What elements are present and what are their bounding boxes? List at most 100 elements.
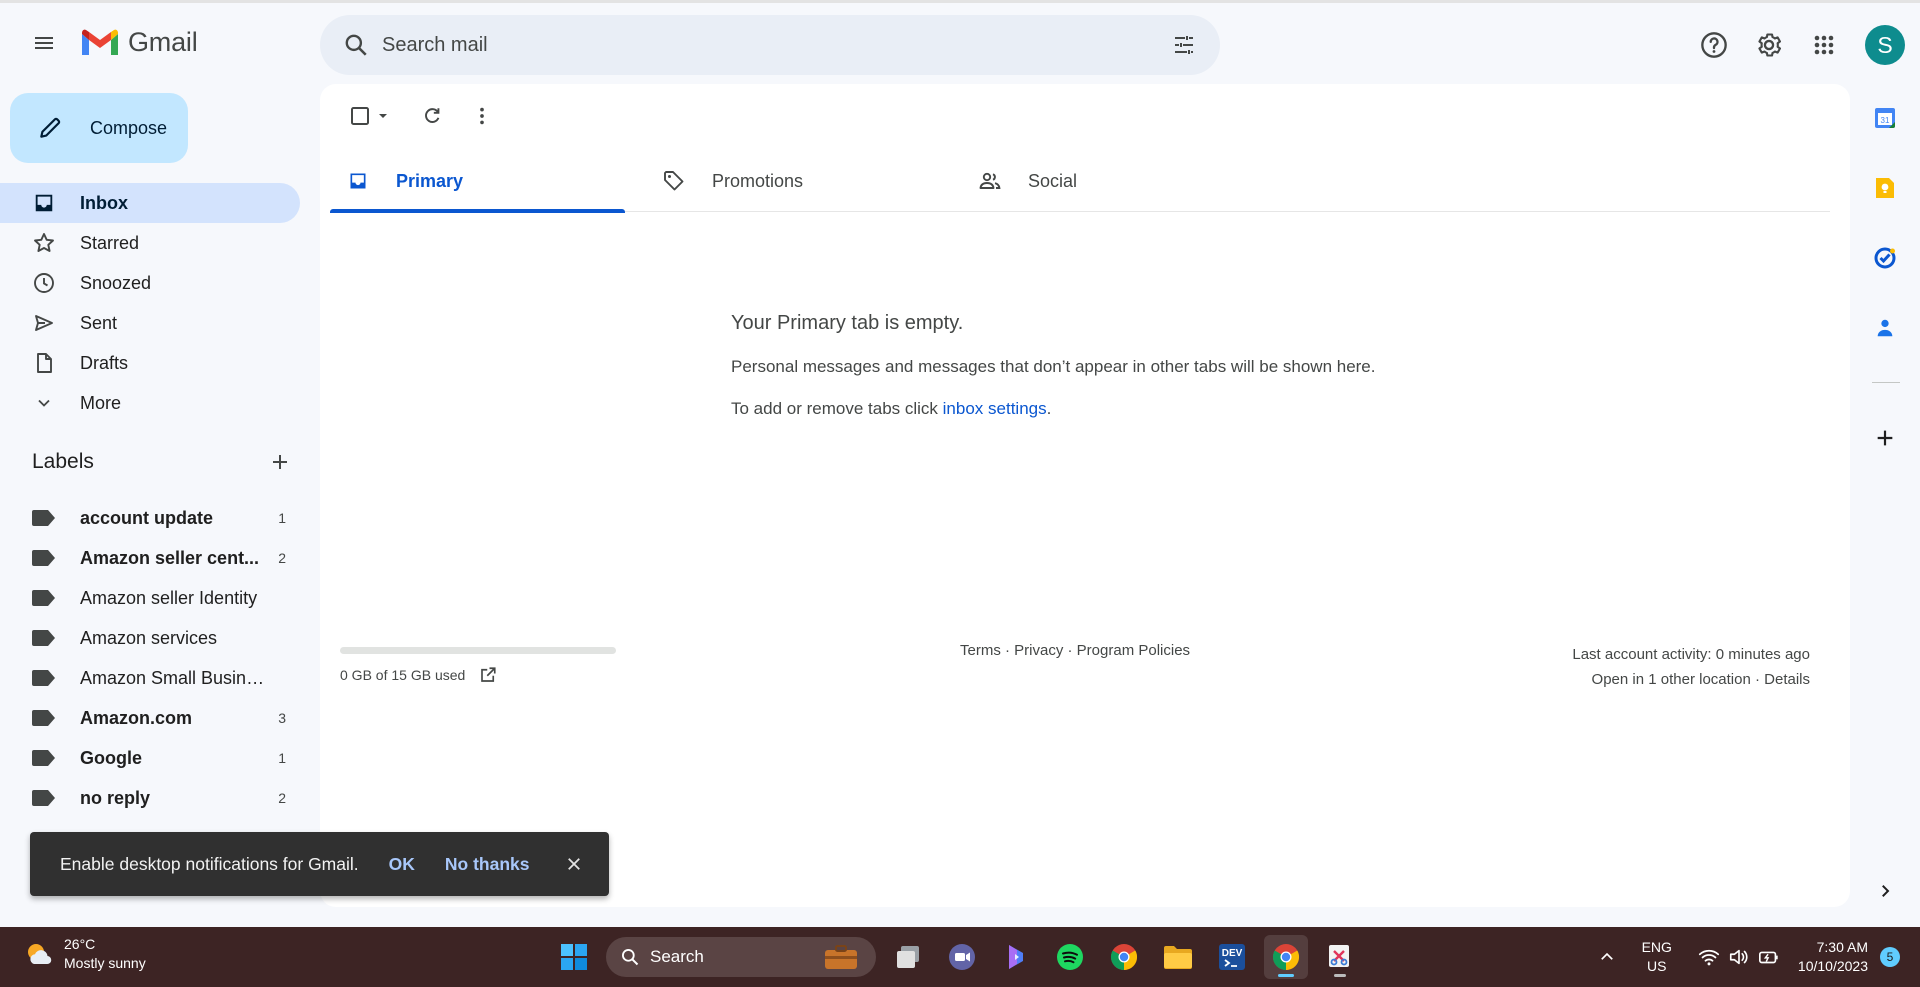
search-options-button[interactable]	[1164, 25, 1204, 65]
show-hidden-icons-icon[interactable]	[1598, 948, 1616, 966]
gmail-logo[interactable]: Gmail	[80, 27, 198, 58]
spotify-button[interactable]	[1048, 935, 1092, 979]
weather-widget[interactable]: 26°C Mostly sunny	[24, 935, 146, 973]
gmail-m-icon	[82, 29, 118, 55]
tab-promotions[interactable]: Promotions	[646, 150, 962, 212]
tab-social[interactable]: Social	[962, 150, 1278, 212]
start-button[interactable]	[552, 935, 596, 979]
search-icon	[622, 949, 639, 966]
refresh-button[interactable]	[412, 96, 452, 136]
label-item[interactable]: Amazon.com 3	[0, 698, 300, 738]
notification-count-badge[interactable]: 5	[1880, 947, 1900, 967]
task-view-icon	[897, 946, 919, 968]
nav-inbox[interactable]: Inbox	[0, 183, 300, 223]
star-icon	[30, 229, 58, 257]
dev-app-button[interactable]: DEV	[1210, 935, 1254, 979]
keep-app-button[interactable]	[1863, 166, 1907, 210]
chevron-right-icon	[1882, 885, 1890, 897]
label-name: no reply	[80, 787, 151, 808]
labels-list: account update 1 Amazon seller cent... 2…	[0, 498, 300, 818]
file-explorer-button[interactable]	[1156, 935, 1200, 979]
windows-logo-icon	[561, 944, 587, 970]
label-item[interactable]: Amazon services	[0, 618, 300, 658]
nav-sent[interactable]: Sent	[0, 303, 300, 343]
label-item[interactable]: Amazon seller Identity	[0, 578, 300, 618]
compose-button[interactable]: Compose	[10, 93, 188, 163]
top-right-actions: S	[1692, 23, 1920, 67]
more-actions-button[interactable]	[462, 96, 502, 136]
calendar-app-button[interactable]: 31	[1863, 96, 1907, 140]
search-button[interactable]	[336, 25, 376, 65]
os-taskbar: 26°C Mostly sunny Search DEV ENG US 7:30…	[0, 927, 1920, 987]
empty-description: Personal messages and messages that don’…	[731, 357, 1376, 376]
gear-icon	[1758, 33, 1782, 57]
get-addons-button[interactable]	[1863, 416, 1907, 460]
tab-label: Promotions	[712, 170, 804, 191]
wifi-icon[interactable]	[1698, 947, 1720, 967]
snackbar-message: Enable desktop notifications for Gmail.	[60, 853, 359, 874]
nav-drafts[interactable]: Drafts	[0, 343, 300, 383]
label-count: 1	[278, 510, 286, 526]
select-checkbox-button[interactable]	[340, 96, 400, 136]
main-menu-button[interactable]	[24, 23, 64, 63]
other-locations-details[interactable]: Open in 1 other location · Details	[1572, 667, 1810, 692]
label-tag-icon	[32, 550, 55, 566]
contacts-app-button[interactable]	[1863, 306, 1907, 350]
snackbar-close-button[interactable]	[560, 850, 588, 878]
volume-icon[interactable]	[1728, 947, 1750, 967]
teams-chat-button[interactable]	[940, 935, 984, 979]
nav-more[interactable]: More	[0, 383, 300, 423]
storage-usage-bar	[340, 647, 616, 654]
chrome-active-button[interactable]	[1264, 935, 1308, 979]
battery-charging-icon[interactable]	[1758, 947, 1780, 967]
label-tag-icon	[32, 510, 55, 526]
chevron-down-icon	[30, 389, 58, 417]
task-view-button[interactable]	[886, 935, 930, 979]
tasks-app-button[interactable]	[1863, 236, 1907, 280]
snipping-tool-button[interactable]	[1318, 935, 1362, 979]
footer-policy-links[interactable]: Terms · Privacy · Program Policies	[960, 642, 1190, 659]
mail-list-panel: Primary Promotions Social Your Primary t…	[320, 84, 1850, 907]
add-label-icon[interactable]	[268, 450, 292, 474]
dev-tools-icon: DEV	[1219, 944, 1245, 970]
tune-icon	[1175, 36, 1193, 54]
language-code: ENG	[1641, 939, 1672, 955]
label-name: Google	[80, 747, 142, 768]
label-tag-icon	[32, 590, 55, 606]
snackbar-ok-button[interactable]: OK	[389, 854, 415, 875]
tab-primary[interactable]: Primary	[330, 150, 625, 213]
label-count: 1	[278, 750, 286, 766]
label-item[interactable]: Google 1	[0, 738, 300, 778]
chrome-profile-button[interactable]	[1102, 935, 1146, 979]
account-avatar[interactable]: S	[1865, 25, 1905, 65]
label-item[interactable]: Amazon seller cent... 2	[0, 538, 300, 578]
calendar-icon: 31	[1875, 108, 1895, 128]
storage-info: 0 GB of 15 GB used	[340, 647, 616, 684]
inbox-settings-link[interactable]: inbox settings	[943, 399, 1047, 418]
last-activity: Last account activity: 0 minutes ago	[1572, 646, 1810, 663]
input-language[interactable]: ENG US	[1642, 938, 1672, 976]
label-item[interactable]: no reply 2	[0, 778, 300, 818]
support-button[interactable]	[1692, 23, 1736, 67]
open-in-new-icon[interactable]	[479, 666, 497, 684]
nav-label: Inbox	[80, 192, 128, 213]
copilot-button[interactable]	[994, 935, 1038, 979]
google-apps-button[interactable]	[1802, 23, 1846, 67]
show-side-panel-button[interactable]	[1863, 869, 1907, 913]
taskbar-apps: Search DEV	[552, 935, 1362, 979]
nav-starred[interactable]: Starred	[0, 223, 300, 263]
settings-button[interactable]	[1747, 23, 1791, 67]
snackbar-no-thanks-button[interactable]: No thanks	[445, 854, 530, 875]
keyboard-region: US	[1647, 958, 1667, 974]
nav-snoozed[interactable]: Snoozed	[0, 263, 300, 303]
search-input[interactable]	[382, 33, 1164, 57]
label-item[interactable]: account update 1	[0, 498, 300, 538]
system-tray: ENG US 7:30 AM 10/10/2023 5	[1598, 935, 1900, 979]
briefcase-icon	[825, 945, 857, 969]
system-clock[interactable]: 7:30 AM 10/10/2023	[1798, 938, 1868, 976]
label-item[interactable]: Amazon Small Business	[0, 658, 300, 698]
storage-text: 0 GB of 15 GB used	[340, 667, 466, 683]
copilot-icon	[1009, 945, 1023, 969]
taskbar-search[interactable]: Search	[606, 937, 876, 977]
chrome-icon	[1110, 944, 1138, 971]
